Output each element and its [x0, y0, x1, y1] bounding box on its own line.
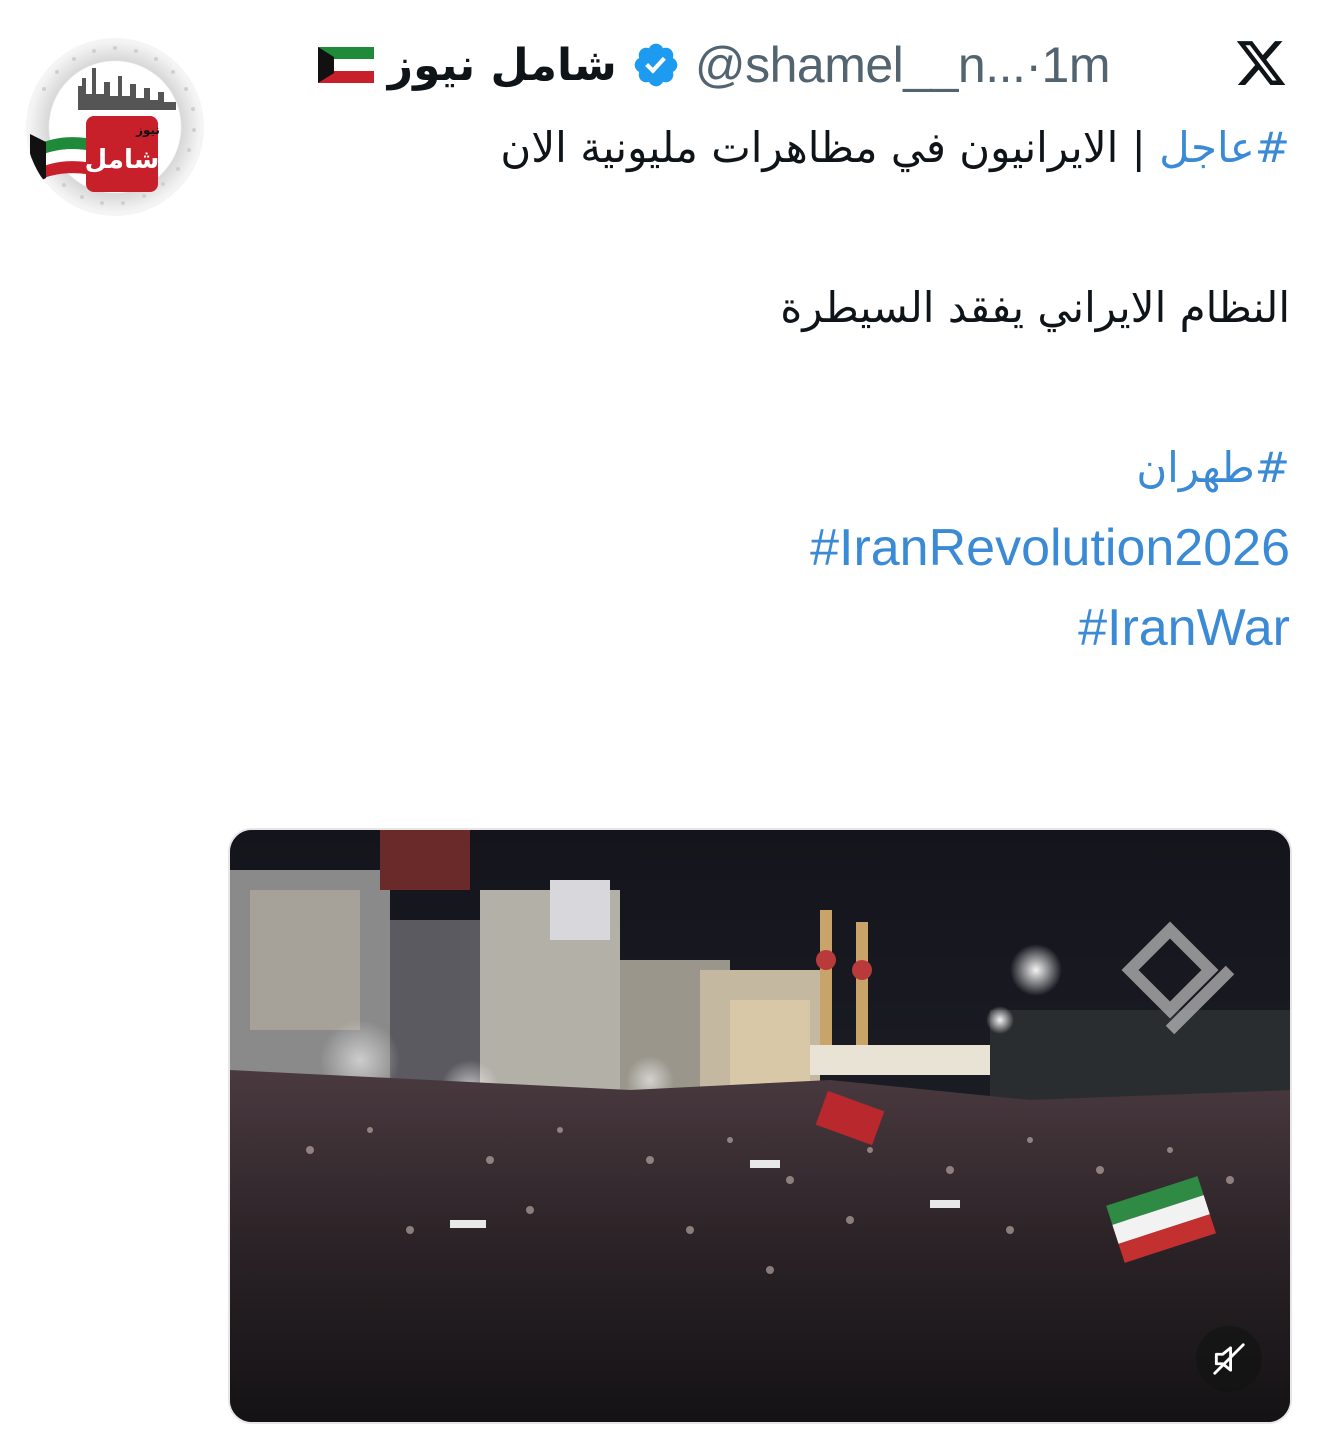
display-name[interactable]: شامل نيوز — [388, 40, 617, 91]
x-logo-icon[interactable] — [1233, 36, 1289, 90]
post-header: شامل نيوز @shamel__n...·1m — [210, 32, 1111, 98]
avatar-logo-text: شامل — [85, 145, 160, 175]
video-frame — [230, 830, 1290, 1422]
hashtag-tehran[interactable]: #طهران — [210, 428, 1290, 508]
post-text: #عاجل | الايرانيون في مظاهرات مليونية ال… — [210, 108, 1290, 668]
verified-badge-icon — [634, 43, 678, 87]
handle-and-time[interactable]: @shamel__n...·1m — [695, 36, 1111, 94]
kuwait-flag-icon — [317, 47, 374, 83]
avatar[interactable]: شامل نيوز — [26, 38, 204, 216]
muted-speaker-icon — [1213, 1343, 1245, 1375]
post-line-2: النظام الايراني يفقد السيطرة — [780, 283, 1290, 332]
hashtag-iranwar[interactable]: #IranWar — [1078, 599, 1290, 657]
post-line-1-text: | الايرانيون في مظاهرات مليونية الان — [500, 123, 1160, 172]
mute-button[interactable] — [1196, 1326, 1262, 1392]
avatar-logo-subtext: نيوز — [135, 123, 160, 138]
post-line-1: #عاجل | الايرانيون في مظاهرات مليونية ال… — [210, 108, 1290, 188]
hashtag-iranrevolution2026[interactable]: #IranRevolution2026 — [810, 519, 1290, 577]
timestamp[interactable]: 1m — [1042, 37, 1111, 93]
hashtag-urgent[interactable]: #عاجل — [1159, 123, 1290, 172]
handle[interactable]: @shamel__n... — [695, 37, 1026, 93]
separator: · — [1025, 37, 1042, 93]
video-player[interactable] — [228, 828, 1292, 1424]
